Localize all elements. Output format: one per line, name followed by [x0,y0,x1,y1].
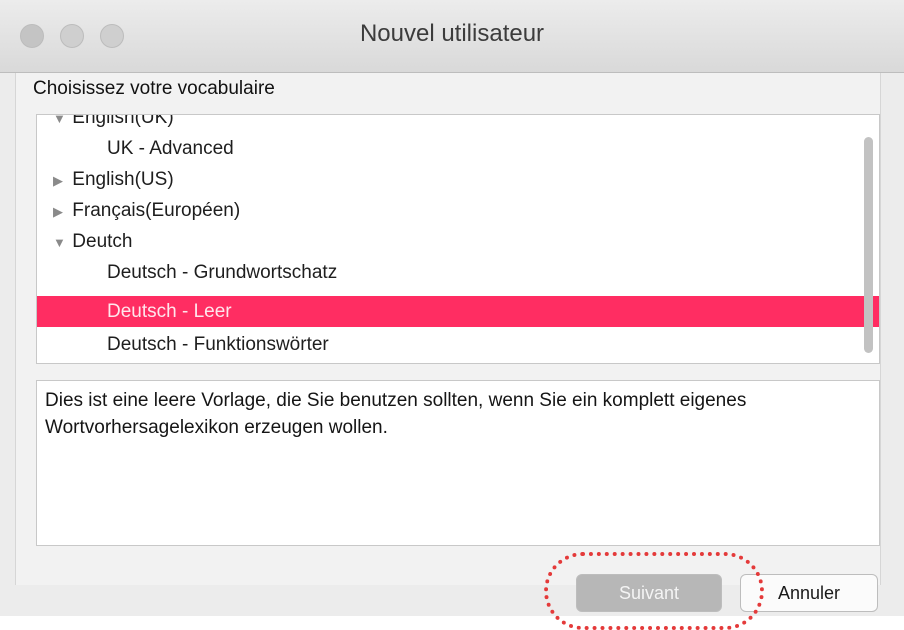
disclosure-expanded-icon[interactable]: ▼ [53,227,67,258]
list-item-label: Deutsch - Leer [107,301,232,322]
list-item-label: English(UK) [72,114,174,128]
list-item-deutsch-funktionswoerter[interactable]: Deutsch - Funktionswörter [37,329,879,360]
list-item-deutsch-leer[interactable]: Deutsch - Leer [37,296,879,327]
list-item-francais[interactable]: ▶ Français(Européen) [37,195,873,226]
title-bar: Nouvel utilisateur [0,0,904,73]
cancel-button[interactable]: Annuler [740,574,878,612]
window-title: Nouvel utilisateur [359,20,545,47]
list-item-uk-advanced[interactable]: UK - Advanced [37,133,879,164]
disclosure-expanded-icon[interactable]: ▼ [53,115,67,134]
list-item-label: UK - Advanced [107,138,234,159]
vocabulary-heading: Choisissez votre vocabulaire [33,78,275,99]
list-item-deutsch-grundwortschatz[interactable]: Deutsch - Grundwortschatz [37,257,879,288]
list-scrollbar[interactable] [864,137,873,353]
list-item-deutch[interactable]: ▼ Deutch [37,226,873,257]
list-item-label: English(US) [72,169,174,190]
description-text: Dies ist eine leere Vorlage, die Sie ben… [45,390,747,438]
disclosure-collapsed-icon[interactable]: ▶ [53,196,67,227]
dialog-window: Nouvel utilisateur Choisissez votre voca… [0,0,904,630]
list-item-label: Français(Européen) [72,200,241,221]
description-box: Dies ist eine leere Vorlage, die Sie ben… [36,380,880,546]
vocabulary-list[interactable]: ▼ English(UK) UK - Advanced ▶ English(US… [36,114,880,364]
next-button[interactable]: Suivant [576,574,722,612]
list-item-english-uk[interactable]: ▼ English(UK) [37,114,873,134]
list-item-english-us[interactable]: ▶ English(US) [37,164,873,195]
list-item-label: Deutch [72,231,133,252]
list-item-label: Deutsch - Funktionswörter [107,334,329,355]
list-item-label: Deutsch - Grundwortschatz [107,262,338,283]
disclosure-collapsed-icon[interactable]: ▶ [53,165,67,196]
